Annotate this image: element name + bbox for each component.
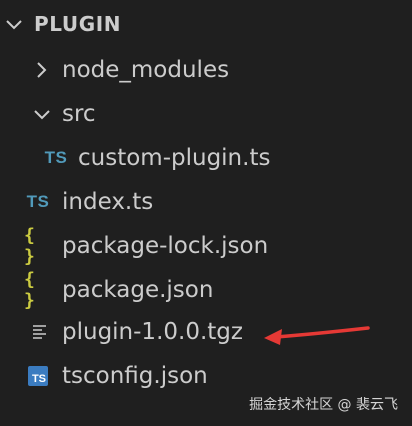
watermark: 掘金技术社区 @ 裴云飞	[249, 397, 398, 413]
chevron-down-icon[interactable]	[2, 12, 26, 36]
tree-item-tsconfig-json[interactable]: TS tsconfig.json	[0, 354, 412, 398]
tsconfig-file-icon: TS	[28, 366, 48, 386]
file-explorer: PLUGIN node_modules src TS custom-plugin…	[0, 0, 412, 426]
annotation-arrow-icon	[264, 326, 370, 345]
tree-item-label: package-lock.json	[62, 233, 269, 259]
tree-item-node-modules[interactable]: node_modules	[0, 48, 412, 92]
chevron-right-icon[interactable]	[30, 58, 54, 82]
explorer-section-header[interactable]: PLUGIN	[0, 2, 412, 46]
tree-item-src[interactable]: src	[0, 92, 412, 136]
tree-item-custom-plugin-ts[interactable]: TS custom-plugin.ts	[0, 136, 412, 180]
tree-item-package-json[interactable]: { } package.json	[0, 268, 412, 312]
tree-item-label: node_modules	[62, 57, 230, 83]
tree-item-label: src	[62, 101, 96, 127]
tree-item-index-ts[interactable]: TS index.ts	[0, 180, 412, 224]
typescript-file-icon: TS	[44, 148, 68, 167]
tree-item-label: tsconfig.json	[62, 363, 208, 389]
tree-item-label: plugin-1.0.0.tgz	[62, 319, 243, 345]
json-file-icon: { }	[24, 269, 36, 311]
json-file-icon: { }	[24, 225, 36, 267]
explorer-section-title: PLUGIN	[34, 12, 122, 36]
chevron-down-icon[interactable]	[30, 102, 54, 126]
tree-item-label: package.json	[62, 277, 214, 303]
tree-item-package-lock-json[interactable]: { } package-lock.json	[0, 224, 412, 268]
typescript-file-icon: TS	[26, 192, 50, 211]
tree-item-label: custom-plugin.ts	[78, 145, 271, 171]
archive-file-icon	[30, 324, 50, 340]
tree-item-label: index.ts	[62, 189, 154, 215]
